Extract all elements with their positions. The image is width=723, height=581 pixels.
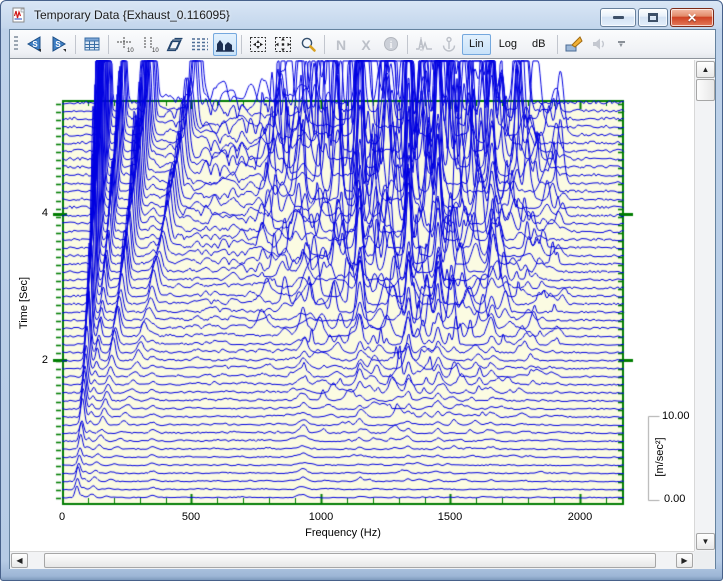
data-table-icon: [84, 37, 100, 52]
toolbar-separator: [557, 35, 558, 54]
log-scale-button[interactable]: Log: [492, 34, 524, 55]
double-cursor-10-icon: 10: [141, 36, 159, 53]
x-tick-1000: 1000: [309, 511, 333, 523]
scroll-left-button[interactable]: ◀: [11, 553, 28, 568]
close-button[interactable]: ✕: [670, 8, 714, 27]
y-tick-4: 4: [26, 207, 48, 219]
toolbar-separator: [241, 35, 242, 54]
svg-text:i: i: [390, 40, 393, 51]
export-button[interactable]: [562, 33, 586, 56]
info-button[interactable]: i: [379, 33, 403, 56]
x-tick-2000: 2000: [568, 511, 592, 523]
maximize-button[interactable]: [638, 8, 668, 27]
double-cursor-button[interactable]: 10: [138, 33, 162, 56]
title-bar[interactable]: Temporary Data {Exhaust_0.116095} ✕: [1, 1, 723, 29]
data-table-button[interactable]: [80, 33, 104, 56]
delete-x-button[interactable]: X: [354, 33, 378, 56]
export-icon: [565, 36, 583, 52]
x-tick-500: 500: [182, 511, 200, 523]
amplitude-min-label: 0.00: [664, 493, 685, 505]
scroll-down-button[interactable]: ▼: [696, 533, 715, 550]
note-n-button[interactable]: N: [329, 33, 353, 56]
audio-replay-button[interactable]: [587, 33, 611, 56]
audio-replay-icon: [591, 36, 607, 52]
colormap-view-icon: [191, 37, 209, 51]
magnifier-button[interactable]: [296, 33, 320, 56]
lin-label: Lin: [469, 38, 484, 50]
db-scale-button[interactable]: dB: [525, 34, 552, 55]
toolbar-separator: [75, 35, 76, 54]
svg-text:10: 10: [152, 48, 159, 53]
scrollbar-corner: [694, 551, 715, 569]
minimize-button[interactable]: [600, 8, 636, 27]
x-tick-0: 0: [59, 511, 65, 523]
svg-text:S: S: [32, 40, 38, 49]
svg-text:10: 10: [127, 48, 134, 53]
vertical-scrollbar[interactable]: ▲ ▼: [694, 60, 715, 551]
cascade-view-icon: [166, 36, 184, 52]
single-cursor-button[interactable]: 10: [113, 33, 137, 56]
note-n-icon: N: [333, 37, 349, 52]
zoom-in-box-icon: [249, 36, 267, 53]
zoom-out-box-button[interactable]: [271, 33, 295, 56]
waterfall-view-button[interactable]: [213, 33, 237, 56]
harmonic-cursor-icon: [415, 36, 433, 52]
cascade-view-button[interactable]: [163, 33, 187, 56]
minimize-icon: [613, 16, 624, 19]
toolbar: S S: [10, 30, 715, 59]
magnifier-icon: [299, 36, 317, 53]
x-tick-1500: 1500: [438, 511, 462, 523]
log-label: Log: [499, 38, 517, 50]
amplitude-units-label: [m/sec²]: [654, 437, 666, 476]
anchor-cursor-button[interactable]: [437, 33, 461, 56]
scroll-right-button[interactable]: ▶: [676, 553, 693, 568]
previous-section-icon: S: [25, 36, 43, 52]
toolbar-separator: [324, 35, 325, 54]
db-label: dB: [532, 38, 545, 50]
vertical-scroll-thumb[interactable]: [696, 79, 715, 101]
svg-text:N: N: [336, 37, 346, 52]
zoom-in-box-button[interactable]: [246, 33, 270, 56]
zoom-out-box-icon: [274, 36, 292, 53]
window-title: Temporary Data {Exhaust_0.116095}: [34, 8, 230, 22]
waterfall-view-icon: [216, 37, 234, 52]
harmonic-cursor-button[interactable]: [412, 33, 436, 56]
toolbar-separator: [407, 35, 408, 54]
close-icon: ✕: [687, 12, 697, 24]
toolbar-overflow-button[interactable]: ▼: [618, 41, 625, 48]
x-axis-label: Frequency (Hz): [305, 527, 381, 539]
y-axis-label: Time [Sec]: [18, 277, 30, 329]
anchor-cursor-icon: [441, 36, 457, 52]
horizontal-scroll-thumb[interactable]: [44, 553, 656, 568]
client-area: S S: [9, 29, 716, 569]
delete-x-icon: X: [358, 37, 374, 52]
info-icon: i: [383, 36, 399, 52]
waterfall-canvas[interactable]: [10, 60, 694, 551]
scroll-up-button[interactable]: ▲: [696, 61, 715, 78]
single-cursor-10-icon: 10: [116, 36, 134, 53]
maximize-icon: [648, 13, 658, 22]
toolbar-separator: [108, 35, 109, 54]
horizontal-scrollbar[interactable]: ◀ ▶: [10, 551, 694, 569]
waterfall-plot: Time [Sec] 4 2 0 500 1000 1500 2000 Freq…: [10, 60, 694, 551]
svg-text:X: X: [361, 37, 371, 52]
app-window: Temporary Data {Exhaust_0.116095} ✕ S S: [0, 0, 723, 581]
next-section-icon: S: [50, 36, 68, 52]
next-section-button[interactable]: S: [47, 33, 71, 56]
svg-text:S: S: [55, 40, 61, 49]
y-tick-2: 2: [26, 354, 48, 366]
lin-scale-button[interactable]: Lin: [462, 34, 491, 55]
toolbar-grip[interactable]: [14, 36, 18, 52]
amplitude-max-label: 10.00: [662, 410, 690, 422]
app-icon: [11, 7, 27, 23]
previous-section-button[interactable]: S: [22, 33, 46, 56]
colormap-view-button[interactable]: [188, 33, 212, 56]
